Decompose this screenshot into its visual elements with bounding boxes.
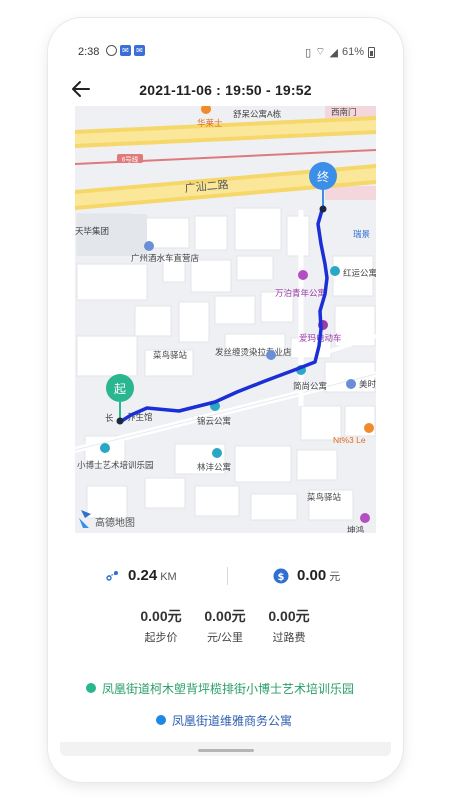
apartment-icon[interactable] xyxy=(212,448,222,458)
poi-label: 西南门 xyxy=(331,107,357,117)
poi-label: 坤鸿 xyxy=(347,525,364,533)
end-dot-icon xyxy=(156,715,166,725)
per-km-value: 0.00元 xyxy=(204,608,246,624)
end-marker-label: 终 xyxy=(317,169,329,184)
route-distance-icon xyxy=(106,571,118,581)
poi-label: 菜鸟驿站 xyxy=(307,492,342,502)
stat-divider xyxy=(227,567,228,585)
school-icon[interactable] xyxy=(100,443,110,453)
poi-label: 红运公寓 xyxy=(343,268,376,278)
distance-value: 0.24 xyxy=(128,567,158,584)
start-address-text: 凤凰街道柯木塱背坪榄排街小博士艺术培训乐园 xyxy=(102,682,355,696)
signal-icon: ◢ xyxy=(329,46,338,59)
home-indicator[interactable] xyxy=(198,749,254,752)
poi-label: 长 xyxy=(105,413,114,423)
system-icons: ▯ ⌔ ◢ 61% xyxy=(305,45,375,59)
per-km-label: 元/公里 xyxy=(206,632,244,644)
poi-label: 广州酒水车直营店 xyxy=(131,253,200,263)
apartment-icon[interactable] xyxy=(298,270,308,280)
base-fare-value: 0.00元 xyxy=(140,608,182,624)
battery-level: 61% xyxy=(341,46,364,58)
fee-unit: 元 xyxy=(329,571,341,583)
store-icon[interactable] xyxy=(360,513,370,523)
fee-stat: $ 0.00 元 xyxy=(273,567,340,585)
start-marker-label: 起 xyxy=(114,382,126,396)
toll-value: 0.00元 xyxy=(268,608,310,624)
metro-line-label: 6号线 xyxy=(122,155,139,164)
fee-value: 0.00 xyxy=(297,567,327,584)
battery-icon xyxy=(368,46,375,58)
base-fare: 0.00元 起步价 xyxy=(126,606,196,645)
svg-text:$: $ xyxy=(278,572,285,583)
poi-label: 林沣公寓 xyxy=(197,462,231,472)
poi-label: 菜鸟驿站 xyxy=(153,350,188,360)
poi-label: 天毕集团 xyxy=(75,226,109,236)
per-km-fare: 0.00元 元/公里 xyxy=(190,606,260,645)
poi-label: 发丝缠烫染拉专业店 xyxy=(215,347,292,357)
poi-label: 小博士艺术培训乐园 xyxy=(77,460,154,470)
shop-icon[interactable] xyxy=(144,241,154,251)
base-fare-label: 起步价 xyxy=(144,632,178,644)
poi-label: 简尚公寓 xyxy=(293,381,327,391)
start-dot-icon xyxy=(86,683,96,693)
phone-frame: 2:38 ✉ ✉ ▯ ⌔ ◢ 61% 2021-11-06 : 19:50 - … xyxy=(48,18,403,782)
wifi-icon: ⌔ xyxy=(315,46,326,58)
page-title: 2021-11-06 : 19:50 - 19:52 xyxy=(139,82,312,98)
notification-icons: ✉ ✉ xyxy=(106,45,145,56)
app-notification-icon: ✉ xyxy=(134,45,145,56)
poi-label: 舒呆公寓A栋 xyxy=(233,109,282,119)
poi-label: Nt%3 Le xyxy=(333,435,366,445)
app-notification-icon: ✉ xyxy=(120,45,131,56)
header: 2021-11-06 : 19:50 - 19:52 xyxy=(48,76,403,106)
poi-label: 美时 xyxy=(359,379,376,389)
restaurant-icon[interactable] xyxy=(364,423,374,433)
toll-label: 过路费 xyxy=(272,632,306,644)
end-address-text: 凤凰街道维雅商务公寓 xyxy=(172,714,293,728)
apartment-icon[interactable] xyxy=(330,266,340,276)
dollar-icon: $ xyxy=(273,568,289,584)
status-time: 2:38 xyxy=(78,46,100,58)
sync-icon xyxy=(106,45,117,56)
poi-label: 瑞景 xyxy=(353,229,370,239)
vibrate-icon: ▯ xyxy=(305,46,312,59)
route-map[interactable]: 6号线 广汕二路 华莱士 舒呆公寓A栋 西南门 天毕集团 瑞景 广州酒水车直营店… xyxy=(75,106,376,533)
map-logo-text: 高德地图 xyxy=(95,516,135,529)
distance-stat: 0.24 KM xyxy=(106,567,177,585)
status-bar: 2:38 ✉ ✉ ▯ ⌔ ◢ 61% xyxy=(48,42,403,62)
poi-label: 万泊青年公寓 xyxy=(275,288,326,298)
salon-icon[interactable] xyxy=(266,350,276,360)
poi-label: 锦云公寓 xyxy=(197,416,231,426)
poi-label: 华莱士 xyxy=(197,118,223,128)
toll-fare: 0.00元 过路费 xyxy=(254,606,324,645)
shop-icon[interactable] xyxy=(346,379,356,389)
distance-unit: KM xyxy=(160,571,177,583)
